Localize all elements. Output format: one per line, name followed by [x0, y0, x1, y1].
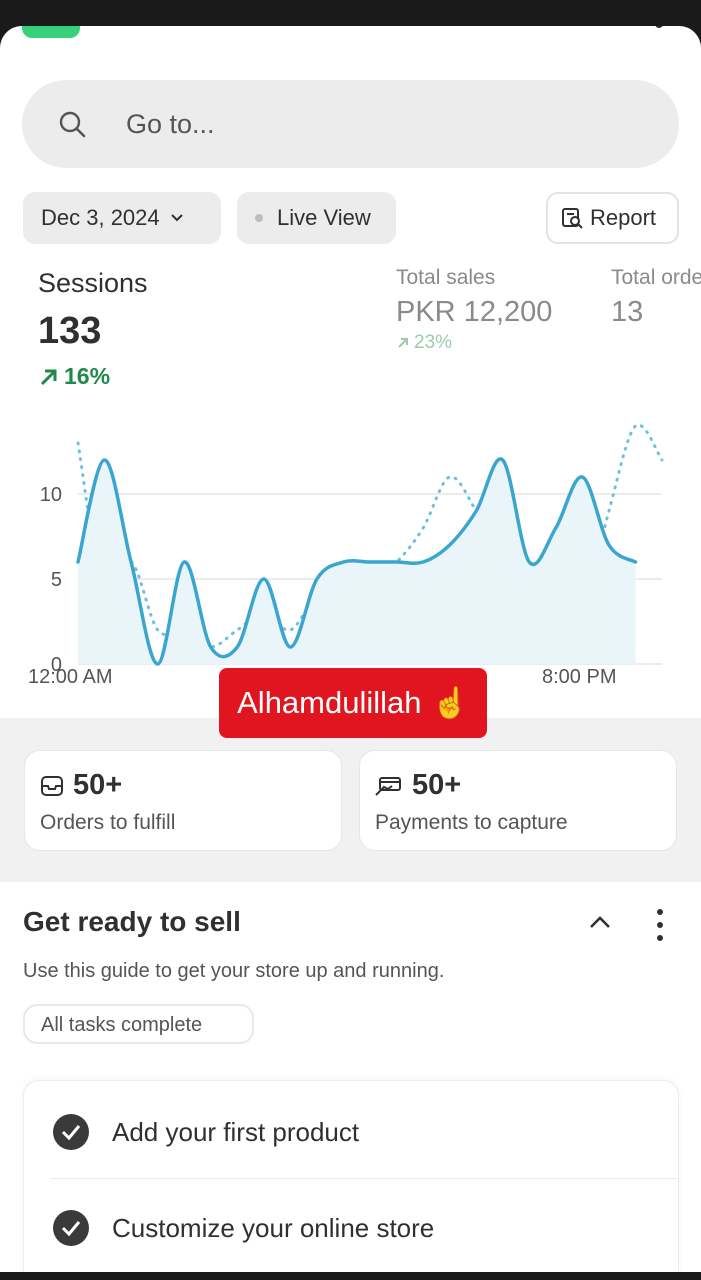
total-orders-label[interactable]: Total orders [611, 266, 701, 290]
more-options-icon[interactable] [650, 907, 670, 943]
caption-overlay: Alhamdulillah ☝️ [219, 668, 487, 738]
x-tick-label: 8:00 PM [542, 666, 617, 688]
total-sales-value: PKR 12,200 [396, 296, 553, 328]
arrow-up-right-icon [398, 338, 408, 348]
total-sales-label[interactable]: Total sales [396, 266, 495, 290]
x-tick-label: 12:00 AM [28, 666, 113, 688]
y-tick-label: 10 [40, 484, 62, 506]
check-circle-icon [53, 1210, 89, 1246]
inbox-icon [41, 775, 63, 796]
orders-count: 50+ [73, 769, 123, 801]
report-icon [562, 208, 583, 229]
task-item[interactable]: Customize your online store [52, 1209, 434, 1247]
total-sales-change: 23% [396, 332, 452, 354]
live-indicator-icon [255, 214, 263, 222]
payments-to-capture-card[interactable]: 50+ Payments to capture [359, 750, 677, 851]
guide-title: Get ready to sell [23, 906, 241, 937]
sessions-change: 16% [38, 363, 110, 390]
top-header-peek [0, 26, 701, 66]
live-view-button[interactable]: Live View [237, 192, 396, 244]
check-circle-icon [53, 1114, 89, 1150]
admin-screen: Go to... Dec 3, 2024 Live View Report Se… [0, 26, 701, 1272]
total-sales-change-value: 23% [414, 332, 453, 353]
task-item[interactable]: Add your first product [52, 1113, 359, 1151]
task-list: Add your first product Customize your on… [23, 1080, 679, 1272]
pointing-up-emoji: ☝️ [431, 686, 469, 720]
date-picker-button[interactable]: Dec 3, 2024 [23, 192, 221, 244]
chevron-down-icon [170, 214, 183, 222]
total-orders-value: 13 [611, 296, 644, 328]
sessions-value: 133 [38, 310, 102, 352]
search-placeholder: Go to... [126, 108, 215, 139]
sessions-change-value: 16% [64, 363, 111, 389]
arrow-up-right-icon [40, 369, 57, 385]
guide-status-badge: All tasks complete [23, 1004, 254, 1044]
live-view-label: Live View [277, 205, 371, 230]
task-label: Customize your online store [112, 1212, 435, 1243]
sessions-label[interactable]: Sessions [38, 268, 148, 299]
notification-dot[interactable] [655, 26, 663, 28]
report-label: Report [590, 205, 657, 230]
payments-label: Payments to capture [375, 811, 568, 834]
search-bar[interactable]: Go to... [22, 80, 679, 168]
orders-to-fulfill-card[interactable]: 50+ Orders to fulfill [24, 750, 342, 851]
report-button[interactable]: Report [546, 192, 679, 244]
payments-count: 50+ [412, 769, 462, 801]
payment-icon [375, 776, 401, 796]
orders-label: Orders to fulfill [40, 811, 176, 834]
guide-description: Use this guide to get your store up and … [23, 960, 445, 982]
y-tick-label: 5 [51, 569, 62, 591]
store-logo[interactable] [22, 26, 80, 38]
task-label: Add your first product [112, 1116, 360, 1147]
chevron-up-icon[interactable] [588, 914, 612, 930]
caption-text: Alhamdulillah [237, 685, 422, 720]
search-icon [59, 111, 86, 138]
divider [50, 1178, 678, 1179]
date-label: Dec 3, 2024 [41, 205, 160, 230]
